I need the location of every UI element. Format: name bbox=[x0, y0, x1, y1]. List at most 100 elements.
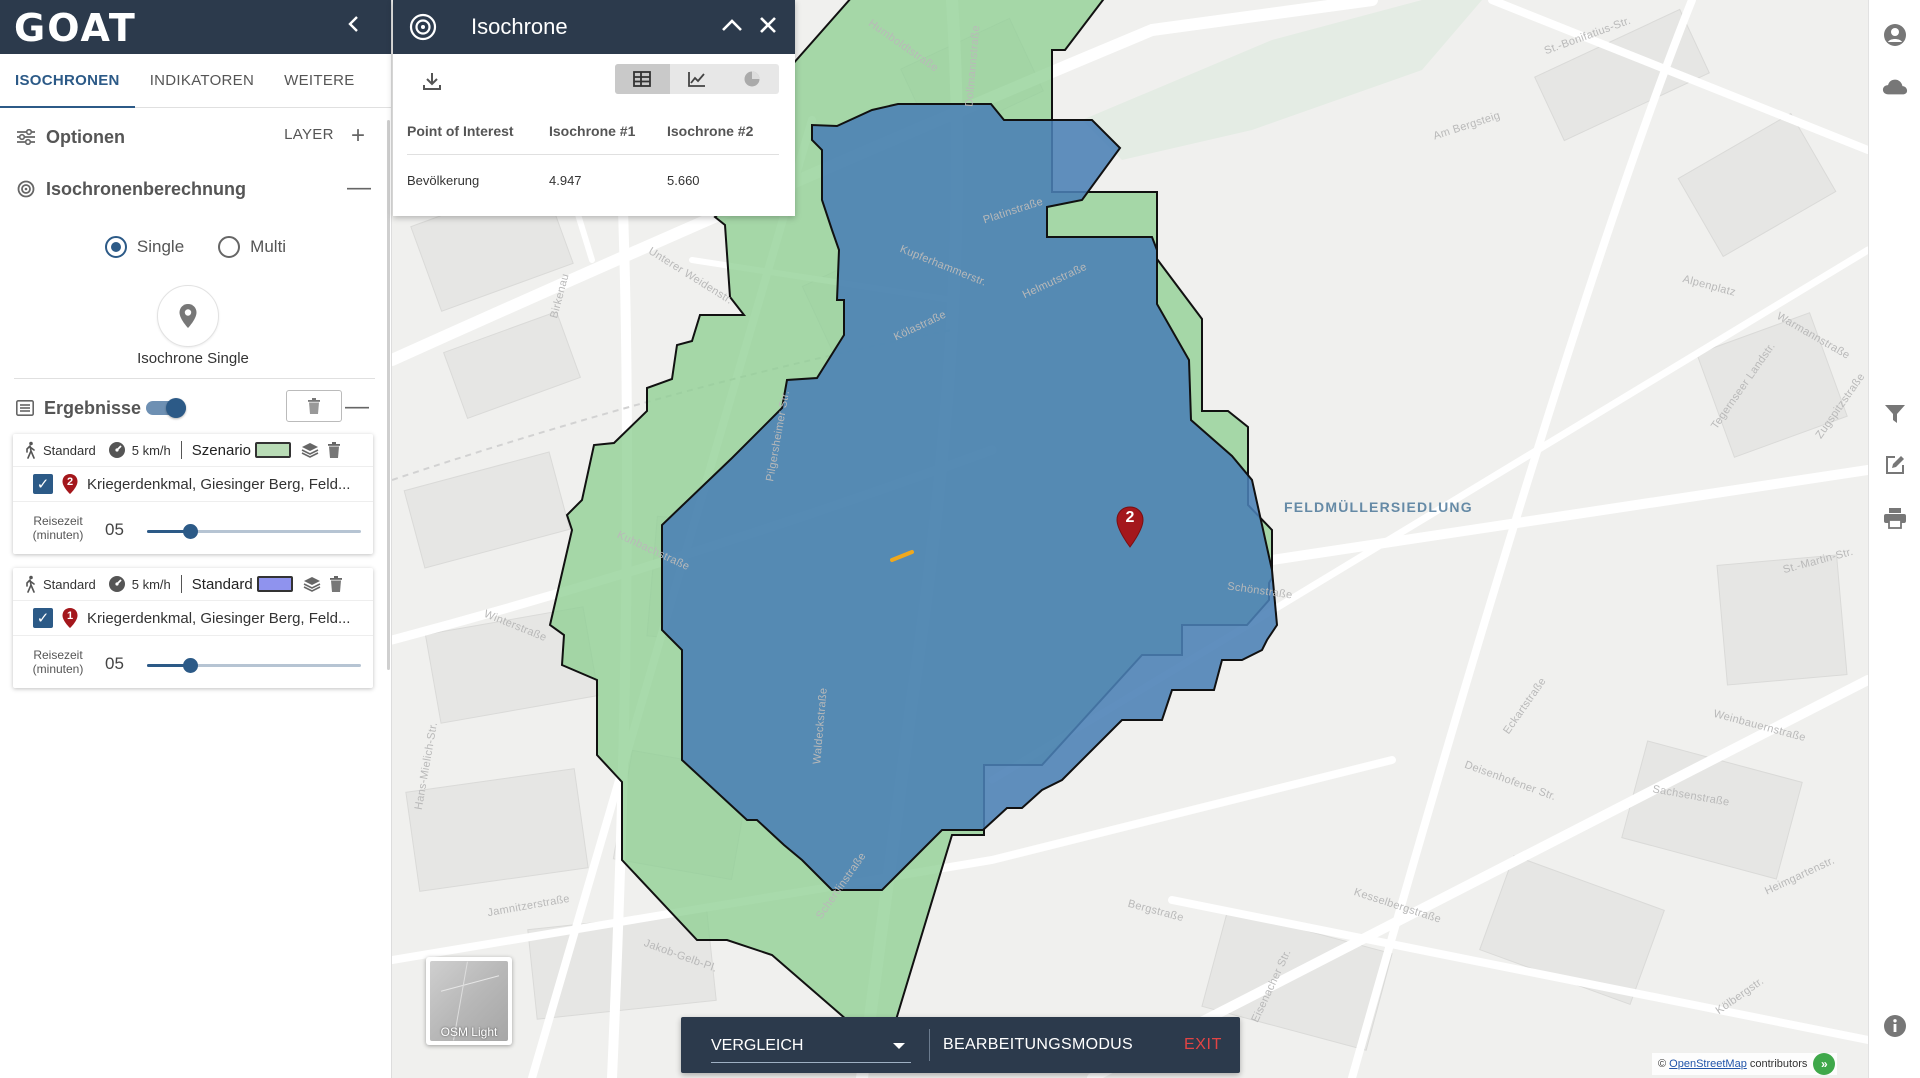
travel-time-label-line2: (minuten) bbox=[32, 528, 84, 542]
compare-select[interactable]: VERGLEICH bbox=[711, 1027, 911, 1063]
info-button[interactable] bbox=[1882, 1013, 1908, 1039]
walking-icon bbox=[23, 575, 39, 593]
minimize-panel-button[interactable] bbox=[719, 12, 745, 38]
tab-indikatoren[interactable]: INDIKATOREN bbox=[135, 54, 269, 107]
travel-time-label-line2: (minuten) bbox=[32, 662, 84, 676]
result-card-header: Standard 5 km/h Szenario bbox=[13, 434, 373, 466]
table-cell: 5.660 bbox=[667, 172, 700, 188]
compare-select-value: VERGLEICH bbox=[711, 1037, 804, 1054]
travel-time-value: 05 bbox=[105, 520, 124, 539]
result-visibility-checkbox[interactable]: ✓ bbox=[33, 608, 53, 628]
isochrone-color-swatch[interactable] bbox=[256, 576, 293, 592]
map-marker-icon bbox=[179, 304, 197, 328]
map-pin-icon: 2 bbox=[61, 473, 79, 495]
poi-name: Kriegerdenkmal, Giesinger Berg, Feld... bbox=[87, 475, 351, 493]
district-label: FELDMÜLLERSIEDLUNG bbox=[1284, 499, 1473, 515]
chevron-left-icon bbox=[348, 16, 358, 32]
delete-all-results-button[interactable] bbox=[286, 390, 342, 422]
layers-icon[interactable] bbox=[303, 575, 321, 593]
travel-time-label-line1: Reisezeit bbox=[33, 514, 83, 528]
isochrone-marker[interactable]: 2 bbox=[1115, 505, 1145, 549]
slider-knob[interactable] bbox=[182, 658, 198, 673]
left-sidebar: GOAT ISOCHRONEN INDIKATOREN WEITERE LAYE… bbox=[0, 0, 392, 1078]
close-panel-button[interactable] bbox=[755, 12, 781, 38]
mode-radio-group: Single Multi bbox=[0, 227, 391, 267]
slider-knob[interactable] bbox=[182, 524, 198, 539]
collapse-results-button[interactable]: — bbox=[345, 395, 369, 419]
radio-multi[interactable]: Multi bbox=[218, 236, 286, 258]
routing-mode: Standard bbox=[43, 442, 96, 458]
download-button[interactable] bbox=[421, 70, 443, 92]
sidebar-scrollbar[interactable] bbox=[387, 120, 390, 670]
chevron-up-icon bbox=[722, 19, 742, 31]
speed-value: 5 km/h bbox=[131, 576, 171, 592]
collapse-sidebar-button[interactable] bbox=[341, 14, 367, 40]
result-visibility-checkbox[interactable]: ✓ bbox=[33, 474, 53, 494]
edit-button[interactable] bbox=[1882, 452, 1908, 478]
routing-mode: Standard bbox=[43, 576, 96, 592]
table-cell: 4.947 bbox=[549, 172, 582, 188]
filter-button[interactable] bbox=[1882, 401, 1908, 427]
isochrone-single-button[interactable] bbox=[157, 285, 219, 347]
result-card: Standard 5 km/h Szenario ✓ 2 Kriegerdenk… bbox=[13, 434, 373, 554]
radio-label: Single bbox=[136, 237, 185, 256]
separator bbox=[929, 1029, 930, 1061]
poi-name: Kriegerdenkmal, Giesinger Berg, Feld... bbox=[87, 609, 351, 627]
travel-time-label-line1: Reisezeit bbox=[33, 648, 83, 662]
travel-time-label: Reisezeit (minuten) bbox=[27, 514, 89, 542]
pie-chart-icon bbox=[744, 71, 760, 87]
layers-icon[interactable] bbox=[301, 441, 319, 459]
view-toggle-group bbox=[615, 64, 779, 94]
print-icon bbox=[1884, 508, 1906, 529]
marker-number: 2 bbox=[1125, 509, 1135, 526]
target-icon bbox=[409, 13, 437, 41]
isochrone-panel-title: Isochrone bbox=[471, 14, 568, 39]
basemap-label: OSM Light bbox=[440, 1025, 498, 1039]
tab-weitere-layer[interactable]: WEITERE LAYER bbox=[269, 54, 391, 143]
app-logo[interactable]: GOAT bbox=[14, 6, 137, 50]
table-view-button[interactable] bbox=[615, 64, 670, 94]
collapse-calc-button[interactable]: — bbox=[347, 176, 371, 200]
scenario-name: Standard bbox=[191, 575, 253, 593]
trash-icon[interactable] bbox=[327, 441, 343, 459]
osm-link[interactable]: OpenStreetMap bbox=[1669, 1058, 1747, 1070]
speed-icon bbox=[108, 441, 126, 459]
expand-attribution-button[interactable]: » bbox=[1813, 1053, 1836, 1075]
pie-view-button[interactable] bbox=[724, 64, 779, 94]
attribution-prefix: © bbox=[1658, 1058, 1667, 1070]
result-card-header: Standard 5 km/h Standard bbox=[13, 568, 373, 600]
options-section[interactable]: Optionen + bbox=[0, 111, 391, 163]
tab-isochronen[interactable]: ISOCHRONEN bbox=[0, 54, 135, 108]
result-card-poi: ✓ 2 Kriegerdenkmal, Giesinger Berg, Feld… bbox=[13, 466, 373, 502]
results-visibility-toggle[interactable] bbox=[146, 398, 190, 418]
user-account-button[interactable] bbox=[1882, 22, 1908, 48]
table-header-row: Point of Interest Isochrone #1 Isochrone… bbox=[407, 108, 779, 155]
line-chart-icon bbox=[688, 72, 705, 87]
cloud-button[interactable] bbox=[1882, 74, 1908, 100]
toggle-knob bbox=[166, 398, 186, 418]
map-pin-icon: 1 bbox=[61, 607, 79, 629]
separator bbox=[180, 575, 182, 593]
travel-time-row: Reisezeit (minuten) 05 bbox=[13, 638, 373, 688]
print-button[interactable] bbox=[1882, 505, 1908, 531]
basemap-switcher[interactable]: OSM Light bbox=[426, 957, 512, 1045]
table-icon bbox=[633, 71, 652, 87]
trash-icon[interactable] bbox=[329, 575, 345, 593]
walking-icon bbox=[23, 441, 39, 459]
isochrone-calc-section[interactable]: Isochronenberechnung — bbox=[0, 163, 391, 215]
list-icon bbox=[16, 400, 34, 416]
exit-button[interactable]: EXIT bbox=[1184, 1036, 1222, 1054]
pin-number: 1 bbox=[66, 610, 74, 622]
radio-single[interactable]: Single bbox=[104, 236, 185, 258]
target-icon bbox=[16, 179, 36, 199]
travel-time-slider[interactable] bbox=[147, 524, 361, 539]
table-row: Bevölkerung 4.947 5.660 bbox=[407, 154, 779, 206]
isochrone-panel-header: Isochrone bbox=[393, 0, 795, 54]
isochrone-color-swatch[interactable] bbox=[254, 442, 291, 458]
travel-time-row: Reisezeit (minuten) 05 bbox=[13, 504, 373, 554]
travel-time-slider[interactable] bbox=[147, 658, 361, 673]
app-header: GOAT bbox=[0, 0, 391, 54]
edit-mode-button[interactable]: BEARBEITUNGSMODUS bbox=[943, 1036, 1133, 1054]
expand-options-button[interactable]: + bbox=[347, 124, 369, 148]
chart-view-button[interactable] bbox=[670, 64, 725, 94]
